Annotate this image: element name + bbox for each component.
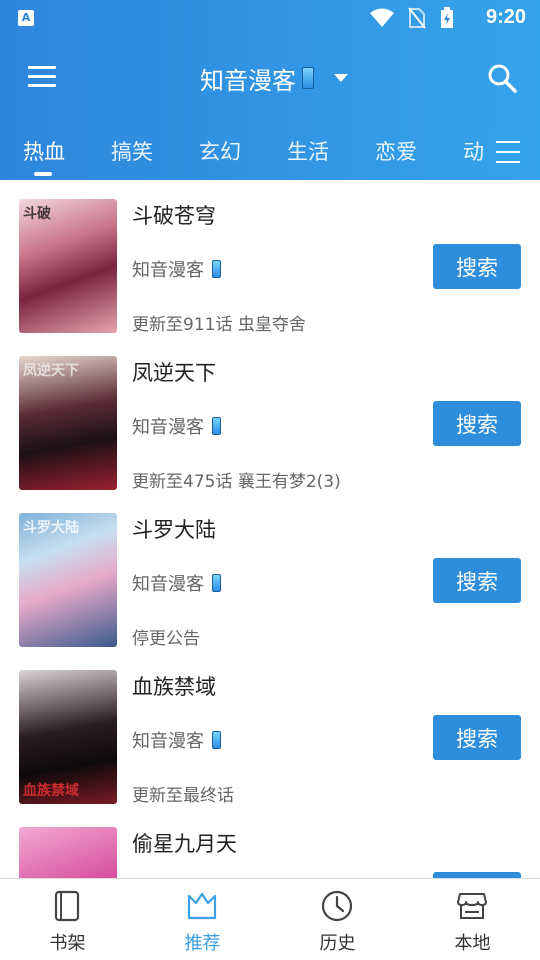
menu-icon[interactable] (28, 66, 56, 90)
comic-list: 斗破 斗破苍穹 知音漫客 更新至911话 虫皇夺舍 搜索 凤逆天下 凤逆天下 知… (0, 180, 540, 878)
nav-label: 推荐 (184, 933, 221, 954)
search-button[interactable]: 搜索 (433, 401, 521, 446)
tab-dong[interactable]: 动 (463, 136, 484, 166)
bottom-nav: 书架 推荐 历史 本地 (0, 878, 540, 960)
comic-title: 斗罗大陆 (132, 518, 216, 542)
list-item[interactable]: 斗罗大陆 斗罗大陆 知音漫客 停更公告 搜索 (0, 494, 540, 651)
search-icon[interactable] (486, 62, 518, 94)
phone-icon (212, 417, 221, 435)
nav-label: 历史 (319, 933, 356, 954)
toolbar-title: 知音漫客 (200, 66, 296, 95)
tab-gaoxiao[interactable]: 搞笑 (111, 136, 153, 166)
comic-cover[interactable]: 斗罗大陆 (19, 513, 117, 647)
crown-icon (187, 892, 217, 920)
system-icons (370, 7, 454, 29)
nav-local[interactable]: 本地 (405, 879, 540, 960)
list-item[interactable]: 偷星九月天 (0, 808, 540, 878)
comic-cover[interactable]: 血族禁域 (19, 670, 117, 804)
cover-title: 血族禁域 (23, 783, 79, 799)
comic-source: 知音漫客 (132, 256, 221, 282)
comic-source: 知音漫客 (132, 727, 221, 753)
tab-menu-icon[interactable] (488, 132, 528, 172)
comic-title: 凤逆天下 (132, 361, 216, 385)
comic-title: 血族禁域 (132, 675, 216, 699)
app-notification-icon: A (18, 10, 34, 26)
search-button[interactable]: 搜索 (433, 558, 521, 603)
source-label: 知音漫客 (132, 731, 204, 752)
comic-source: 知音漫客 (132, 413, 221, 439)
source-selector[interactable]: 知音漫客 (200, 60, 348, 96)
comic-update: 更新至475话 襄王有梦2(3) (132, 472, 341, 492)
cover-title: 斗破 (23, 206, 51, 222)
tab-rexue[interactable]: 热血 (23, 136, 65, 166)
nav-label: 书架 (49, 933, 86, 954)
search-button[interactable]: 搜索 (433, 715, 521, 760)
comic-cover[interactable] (19, 827, 117, 878)
status-time: 9:20 (485, 6, 526, 28)
list-item[interactable]: 血族禁域 血族禁域 知音漫客 更新至最终话 搜索 (0, 651, 540, 808)
store-icon (457, 893, 487, 919)
clock-icon (321, 890, 353, 922)
tab-indicator (34, 172, 52, 176)
phone-icon (302, 67, 314, 89)
comic-update: 停更公告 (132, 629, 200, 649)
no-sim-icon (408, 7, 426, 29)
comic-title: 斗破苍穹 (132, 204, 216, 228)
tab-shenghuo[interactable]: 生活 (287, 136, 329, 166)
phone-icon (212, 731, 221, 749)
nav-label: 本地 (454, 933, 491, 954)
battery-charging-icon (441, 7, 453, 28)
list-item[interactable]: 凤逆天下 凤逆天下 知音漫客 更新至475话 襄王有梦2(3) 搜索 (0, 337, 540, 494)
cover-title: 斗罗大陆 (23, 520, 79, 536)
cover-title: 凤逆天下 (23, 363, 79, 379)
phone-icon (212, 574, 221, 592)
nav-bookshelf[interactable]: 书架 (0, 879, 135, 960)
comic-cover[interactable]: 斗破 (19, 199, 117, 333)
source-label: 知音漫客 (132, 260, 204, 281)
category-tabs: 热血 搞笑 玄幻 生活 恋爱 动 (0, 126, 540, 180)
toolbar: 知音漫客 (0, 44, 540, 114)
comic-title: 偷星九月天 (132, 832, 237, 856)
list-item[interactable]: 斗破 斗破苍穹 知音漫客 更新至911话 虫皇夺舍 搜索 (0, 180, 540, 337)
source-label: 知音漫客 (132, 417, 204, 438)
tab-lianai[interactable]: 恋爱 (375, 136, 417, 166)
comic-source: 知音漫客 (132, 570, 221, 596)
status-bar: A 9:20 (0, 0, 540, 36)
book-icon (54, 890, 80, 922)
comic-update: 更新至最终话 (132, 786, 234, 806)
phone-icon (212, 260, 221, 278)
dropdown-caret-icon (334, 74, 348, 82)
comic-cover[interactable]: 凤逆天下 (19, 356, 117, 490)
tab-xuanhuan[interactable]: 玄幻 (199, 136, 241, 166)
nav-history[interactable]: 历史 (270, 879, 405, 960)
nav-recommend[interactable]: 推荐 (135, 879, 270, 960)
app-header: A 9:20 知音漫客 热血 搞笑 玄幻 生活 恋爱 动 (0, 0, 540, 180)
wifi-icon (370, 8, 394, 27)
search-button[interactable]: 搜索 (433, 244, 521, 289)
comic-update: 更新至911话 虫皇夺舍 (132, 315, 306, 335)
source-label: 知音漫客 (132, 574, 204, 595)
